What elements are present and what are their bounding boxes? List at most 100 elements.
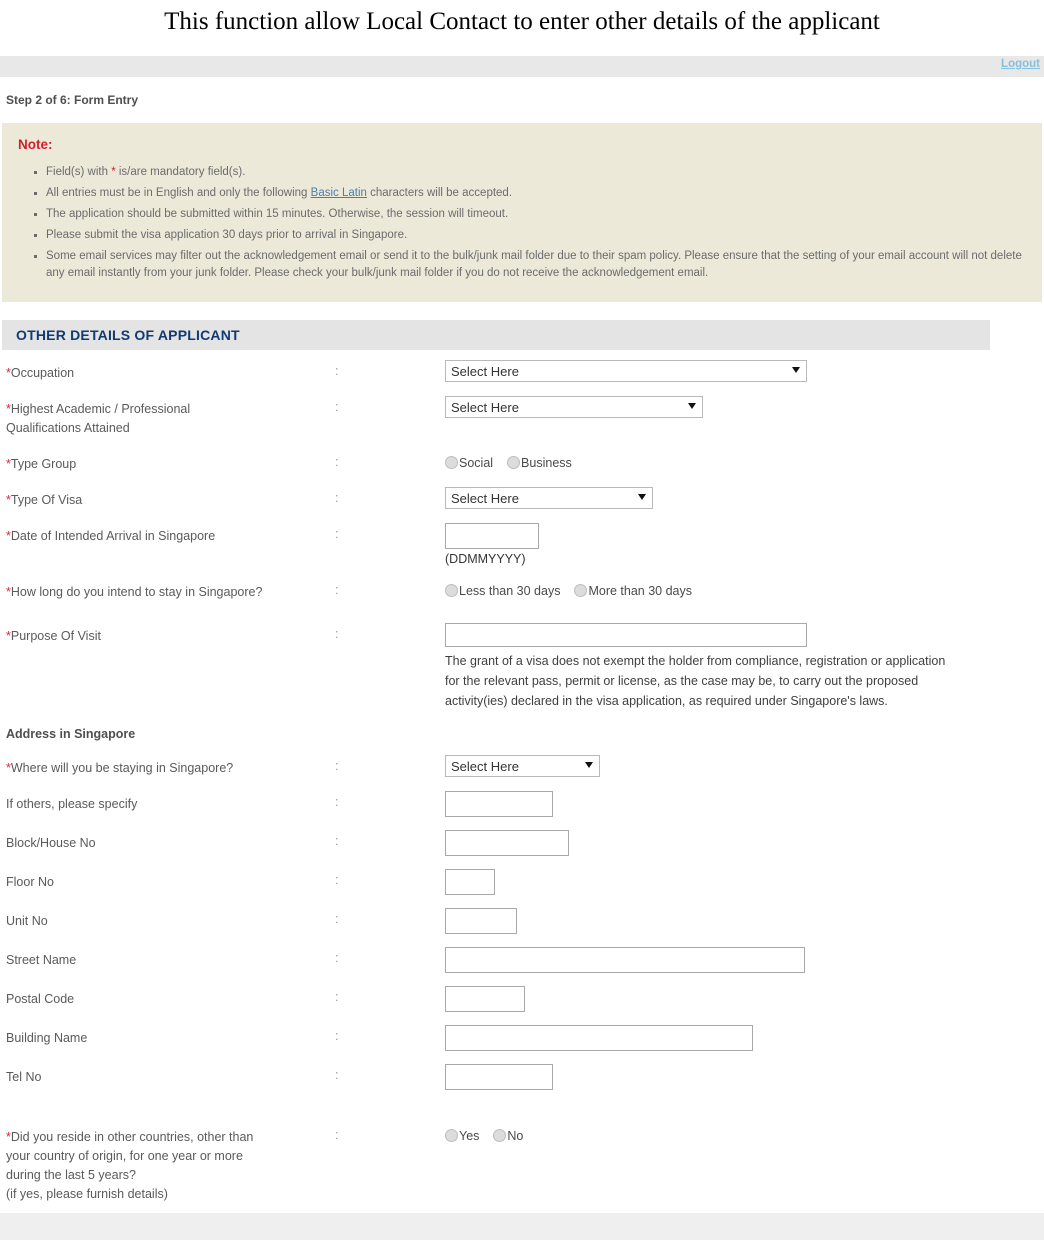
- note-box: Note: Field(s) with * is/are mandatory f…: [2, 123, 1042, 302]
- colon-separator: :: [335, 583, 339, 597]
- field-building-name: [445, 1021, 1044, 1051]
- row-where-staying: *Where will you be staying in Singapore?…: [0, 751, 1044, 778]
- note-text-before: Field(s) with: [46, 166, 112, 178]
- row-postal-code: Postal Code :: [0, 982, 1044, 1012]
- label-purpose-of-visit: *Purpose Of Visit: [6, 619, 335, 646]
- top-bar: Logout: [0, 56, 1044, 77]
- street-name-input[interactable]: [445, 947, 805, 973]
- field-unit-no: [445, 904, 1044, 934]
- colon-separator: :: [335, 491, 339, 505]
- row-qualifications: *Highest Academic / Professional Qualifi…: [0, 392, 1044, 438]
- colon-separator: :: [335, 1128, 339, 1142]
- postal-code-input[interactable]: [445, 986, 525, 1012]
- radio-type-group-business[interactable]: Business: [507, 455, 572, 470]
- page-title: This function allow Local Contact to ent…: [164, 8, 880, 35]
- label-text-line2: your country of origin, for one year or …: [6, 1149, 243, 1163]
- radio-type-group-social[interactable]: Social: [445, 455, 493, 470]
- purpose-of-visit-helper-text: The grant of a visa does not exempt the …: [445, 654, 946, 708]
- field-where-staying: Select Here: [445, 751, 1044, 777]
- row-occupation: *Occupation : Select Here: [0, 356, 1044, 383]
- label-arrival-date: *Date of Intended Arrival in Singapore: [6, 519, 335, 546]
- label-text-line1: Highest Academic / Professional: [10, 402, 191, 416]
- note-item-timeout: The application should be submitted with…: [34, 206, 1030, 223]
- tel-no-input[interactable]: [445, 1064, 553, 1090]
- field-block-house-no: [445, 826, 1044, 856]
- radio-stay-less-30[interactable]: Less than 30 days: [445, 583, 560, 598]
- building-name-input[interactable]: [445, 1025, 753, 1051]
- if-others-input[interactable]: [445, 791, 553, 817]
- field-postal-code: [445, 982, 1044, 1012]
- colon-separator: :: [335, 951, 339, 965]
- radio-button-icon[interactable]: [445, 584, 458, 597]
- qualifications-select[interactable]: Select Here: [445, 396, 703, 418]
- colon-separator: :: [335, 455, 339, 469]
- label-building-name: Building Name: [6, 1031, 88, 1045]
- section-title: OTHER DETAILS OF APPLICANT: [16, 327, 240, 343]
- radio-label: Less than 30 days: [459, 584, 561, 598]
- row-if-others: If others, please specify :: [0, 787, 1044, 817]
- colon-separator: :: [335, 400, 339, 414]
- bottom-band: [0, 1213, 1044, 1240]
- field-arrival-date: (DDMMYYYY): [445, 519, 1044, 566]
- field-type-group: Social Business: [445, 447, 1044, 470]
- colon-separator: :: [335, 627, 339, 641]
- colon-separator: :: [335, 834, 339, 848]
- floor-no-input[interactable]: [445, 869, 495, 895]
- field-floor-no: [445, 865, 1044, 895]
- radio-button-icon[interactable]: [445, 1129, 458, 1142]
- colon-separator: :: [335, 1068, 339, 1082]
- block-house-no-input[interactable]: [445, 830, 569, 856]
- label-unit-no: Unit No: [6, 914, 48, 928]
- where-staying-select-wrap[interactable]: Select Here: [445, 755, 600, 777]
- radio-button-icon[interactable]: [507, 456, 521, 469]
- label-text: Date of Intended Arrival in Singapore: [10, 529, 216, 543]
- row-floor-no: Floor No :: [0, 865, 1044, 895]
- label-resided-other-countries: *Did you reside in other countries, othe…: [6, 1120, 335, 1204]
- radio-label: More than 30 days: [588, 584, 693, 598]
- field-occupation: Select Here: [445, 356, 1044, 382]
- radio-button-icon[interactable]: [445, 456, 458, 469]
- radio-button-icon[interactable]: [493, 1129, 507, 1142]
- row-street-name: Street Name :: [0, 943, 1044, 973]
- radio-residency-yes[interactable]: Yes: [445, 1128, 479, 1143]
- field-street-name: [445, 943, 1044, 973]
- colon-separator: :: [335, 795, 339, 809]
- label-text-line2: Qualifications Attained: [6, 421, 130, 435]
- label-if-others: If others, please specify: [6, 797, 138, 811]
- purpose-of-visit-input[interactable]: [445, 623, 807, 647]
- form-other-details: *Occupation : Select Here *Highest Acade…: [0, 350, 1044, 1204]
- type-of-visa-select-wrap[interactable]: Select Here: [445, 487, 653, 509]
- label-tel-no: Tel No: [6, 1070, 42, 1084]
- basic-latin-link[interactable]: Basic Latin: [311, 187, 367, 199]
- label-qualifications: *Highest Academic / Professional Qualifi…: [6, 392, 335, 438]
- type-group-radio-group: Social Business: [445, 451, 1044, 470]
- logout-link[interactable]: Logout: [1001, 58, 1040, 70]
- where-staying-select[interactable]: Select Here: [445, 755, 600, 777]
- note-item-submit-early: Please submit the visa application 30 da…: [34, 227, 1030, 244]
- row-purpose-of-visit: *Purpose Of Visit : The grant of a visa …: [0, 619, 1044, 711]
- field-if-others: [445, 787, 1044, 817]
- row-unit-no: Unit No :: [0, 904, 1044, 934]
- arrival-date-format-hint: (DDMMYYYY): [445, 552, 526, 566]
- occupation-select-wrap[interactable]: Select Here: [445, 360, 807, 382]
- label-text-line4: (if yes, please furnish details): [6, 1187, 168, 1201]
- label-occupation: *Occupation: [6, 356, 335, 383]
- row-tel-no: Tel No :: [0, 1060, 1044, 1090]
- radio-residency-no[interactable]: No: [493, 1128, 523, 1143]
- radio-button-icon[interactable]: [574, 584, 588, 597]
- residency-radio-group: Yes No: [445, 1124, 1044, 1143]
- note-item-mandatory: Field(s) with * is/are mandatory field(s…: [34, 164, 1030, 181]
- label-text-line3: during the last 5 years?: [6, 1168, 136, 1182]
- qualifications-select-wrap[interactable]: Select Here: [445, 396, 703, 418]
- label-text: Type Of Visa: [10, 493, 83, 507]
- arrival-date-input[interactable]: [445, 523, 539, 549]
- label-stay-duration: *How long do you intend to stay in Singa…: [6, 575, 335, 602]
- subsection-title-address: Address in Singapore: [6, 727, 136, 741]
- type-of-visa-select[interactable]: Select Here: [445, 487, 653, 509]
- radio-stay-more-30[interactable]: More than 30 days: [574, 583, 692, 598]
- label-where-staying: *Where will you be staying in Singapore?: [6, 751, 335, 778]
- unit-no-input[interactable]: [445, 908, 517, 934]
- label-text: Where will you be staying in Singapore?: [10, 761, 234, 775]
- label-text-line1: Did you reside in other countries, other…: [10, 1130, 254, 1144]
- occupation-select[interactable]: Select Here: [445, 360, 807, 382]
